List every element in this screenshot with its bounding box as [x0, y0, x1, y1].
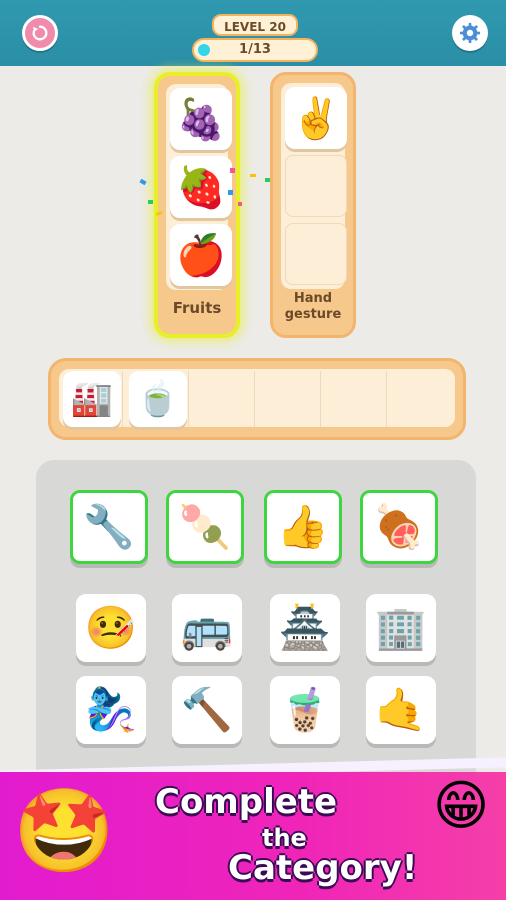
confetti-decoration: [139, 168, 270, 216]
tile-call-me-hand[interactable]: 🤙: [366, 676, 436, 744]
tile-castle[interactable]: 🏯: [270, 594, 340, 662]
tile-bubble-tea[interactable]: 🧋: [270, 676, 340, 744]
promo-line1: Complete: [155, 782, 338, 822]
settings-button[interactable]: [452, 15, 488, 51]
tile-office-building[interactable]: 🏢: [366, 594, 436, 662]
empty-slot: [285, 223, 347, 285]
tile-thumbs-up[interactable]: 👍: [264, 490, 342, 564]
tray-slot: [389, 371, 453, 427]
grimacing-face-emoji: 😁: [432, 773, 490, 837]
category-label-line2: gesture: [284, 307, 342, 322]
tile-sick-face[interactable]: 🤒: [76, 594, 146, 662]
category-label-line1: Hand: [293, 291, 333, 306]
category-label-hand-gesture: Hand gesture: [273, 291, 353, 323]
gear-icon: [459, 22, 481, 44]
tray-item-factory[interactable]: 🏭: [63, 371, 121, 427]
tile-meat[interactable]: 🍖: [360, 490, 438, 564]
category-item-apple: 🍎: [170, 224, 232, 286]
tile-wrench[interactable]: 🔧: [70, 490, 148, 564]
restart-icon: [32, 25, 48, 41]
collection-tray: 🏭 🍵: [48, 358, 466, 440]
restart-button[interactable]: [22, 15, 58, 51]
category-item-victory-hand: ✌️: [285, 87, 347, 149]
tile-dango[interactable]: 🍡: [166, 490, 244, 564]
tile-genie[interactable]: 🧞‍♀️: [76, 676, 146, 744]
category-column-hand-gesture[interactable]: ✌️ Hand gesture: [270, 72, 356, 338]
category-label-fruits: Fruits: [172, 299, 222, 317]
tray-slots: 🏭 🍵: [59, 369, 455, 427]
tile-bus[interactable]: 🚌: [172, 594, 242, 662]
tile-hammer[interactable]: 🔨: [172, 676, 242, 744]
tray-slot: [257, 371, 321, 427]
promo-line3: Category!: [228, 848, 418, 888]
progress-text: 1/13: [239, 42, 271, 57]
tray-item-tea[interactable]: 🍵: [129, 371, 187, 427]
tray-slot: [191, 371, 255, 427]
empty-slot: [285, 155, 347, 217]
category-item-grapes: 🍇: [170, 88, 232, 150]
level-label: LEVEL 20: [212, 14, 298, 36]
tray-slot: [323, 371, 387, 427]
level-progress-bar: 1/13: [192, 38, 318, 62]
star-eyes-emoji: 🤩: [12, 784, 116, 879]
category-slots: ✌️: [281, 83, 347, 289]
